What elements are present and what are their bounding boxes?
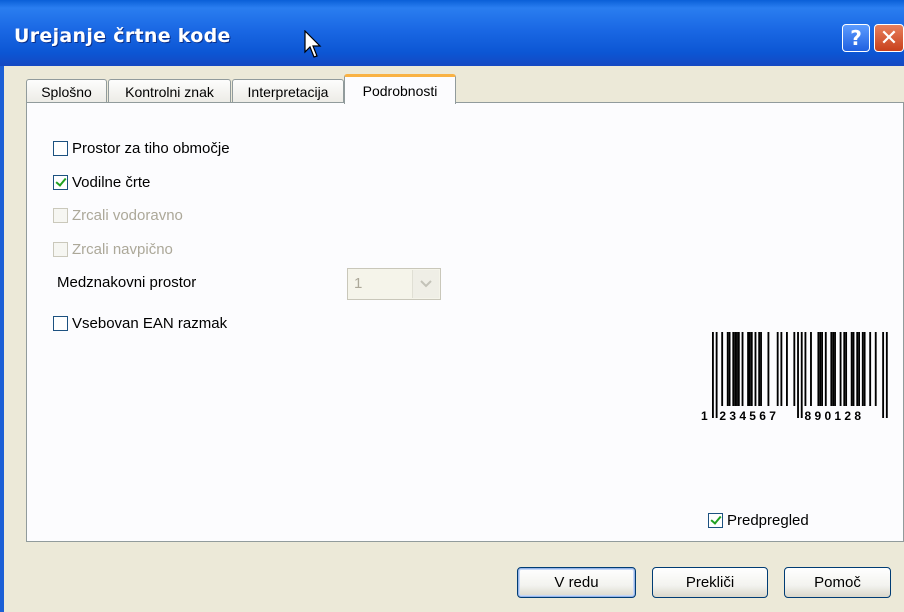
mirror-vertical-option: Zrcali navpično (53, 241, 173, 258)
quiet-zone-label: Prostor za tiho območje (72, 140, 230, 157)
mirror-vertical-label: Zrcali navpično (72, 241, 173, 258)
intercharacter-gap-label: Medznakovni prostor (57, 274, 197, 291)
barcode-bar (741, 332, 744, 406)
barcode-bar (728, 332, 731, 406)
guard-bars-checkbox[interactable] (53, 175, 68, 190)
barcode-bar (834, 332, 836, 406)
barcode-preview: 1 234567 890128 (701, 332, 888, 423)
help-title-button[interactable]: ? (842, 24, 870, 52)
barcode-bar (861, 332, 864, 406)
barcode-bar (858, 332, 860, 406)
barcode-bar (732, 332, 735, 406)
intercharacter-gap-select: 1 (347, 268, 441, 300)
barcode-bar (749, 332, 751, 406)
barcode-bar (845, 332, 848, 406)
barcode-bar (747, 332, 749, 406)
help-button[interactable]: Pomoč (784, 567, 891, 598)
ean-gap-label: Vsebovan EAN razmak (72, 315, 228, 332)
barcode-first-digit: 1 (701, 409, 711, 423)
barcode-right-digits: 890128 (805, 409, 865, 423)
barcode-bar (712, 332, 714, 418)
barcode-bar (734, 332, 737, 406)
quiet-zone-option[interactable]: Prostor za tiho območje (53, 140, 230, 157)
window-frame-left (0, 66, 4, 612)
barcode-bar (850, 332, 853, 406)
guard-bars-option[interactable]: Vodilne črte (53, 174, 150, 191)
barcode-bar (726, 332, 729, 406)
barcode-left-digits: 234567 (719, 409, 779, 423)
mirror-horizontal-option: Zrcali vodoravno (53, 207, 183, 224)
barcode-bar (736, 332, 738, 406)
mirror-vertical-checkbox (53, 242, 68, 257)
barcode-bar (780, 332, 783, 406)
ean-gap-option[interactable]: Vsebovan EAN razmak (53, 315, 227, 332)
barcode-bar (715, 332, 718, 418)
preview-option[interactable]: Predpregled (708, 512, 809, 529)
barcode-bar (737, 332, 740, 406)
barcode-bar (852, 332, 855, 406)
tab-check-digit[interactable]: Kontrolni znak (108, 79, 231, 103)
ean-gap-checkbox[interactable] (53, 316, 68, 331)
tab-details[interactable]: Podrobnosti (344, 74, 456, 104)
barcode-bar (819, 332, 822, 406)
tab-interpretation[interactable]: Interpretacija (232, 79, 344, 103)
barcode-bar (767, 332, 770, 406)
barcode-bar (863, 332, 866, 406)
guard-bars-label: Vodilne črte (72, 174, 151, 191)
barcode-bar (797, 332, 799, 418)
barcode-bar (804, 332, 807, 406)
mirror-horizontal-label: Zrcali vodoravno (72, 207, 183, 224)
barcode-edit-dialog: Urejanje črtne kode ? ✕ Splošno Kontroln… (0, 0, 904, 612)
barcode-bar (832, 332, 835, 406)
preview-checkbox[interactable] (708, 513, 723, 528)
barcode-bar (869, 332, 872, 406)
title-bar[interactable]: Urejanje črtne kode ? ✕ (0, 0, 904, 66)
barcode-bar (721, 332, 724, 406)
barcode-bar (874, 332, 877, 406)
barcode-bar (821, 332, 823, 406)
close-button[interactable]: ✕ (874, 24, 904, 52)
barcode-bar (856, 332, 859, 406)
barcode-bar (843, 332, 846, 406)
intercharacter-gap-value: 1 (354, 275, 363, 292)
barcode-bar (824, 332, 827, 406)
barcode-bar (810, 332, 812, 406)
barcode-bar (800, 332, 803, 418)
barcode-bar (776, 332, 779, 406)
barcode-bar (754, 332, 757, 406)
mouse-pointer-icon (304, 30, 322, 58)
barcode-bar (882, 332, 885, 418)
window-title: Urejanje črtne kode (14, 25, 231, 47)
chevron-down-icon (412, 270, 439, 298)
ok-button[interactable]: V redu (517, 567, 636, 598)
quiet-zone-checkbox[interactable] (53, 141, 68, 156)
barcode-bar (839, 332, 842, 406)
barcode-bar (830, 332, 833, 406)
barcode-bar (758, 332, 761, 406)
tab-general[interactable]: Splošno (26, 79, 107, 103)
barcode-bar (760, 332, 762, 406)
preview-label: Predpregled (727, 512, 809, 529)
barcode-bar (793, 332, 796, 406)
cancel-button[interactable]: Prekliči (652, 567, 768, 598)
mirror-horizontal-checkbox (53, 208, 68, 223)
barcode-bar (817, 332, 820, 406)
barcode-bar (786, 332, 788, 406)
barcode-bar (750, 332, 753, 406)
barcode-bar (885, 332, 888, 418)
